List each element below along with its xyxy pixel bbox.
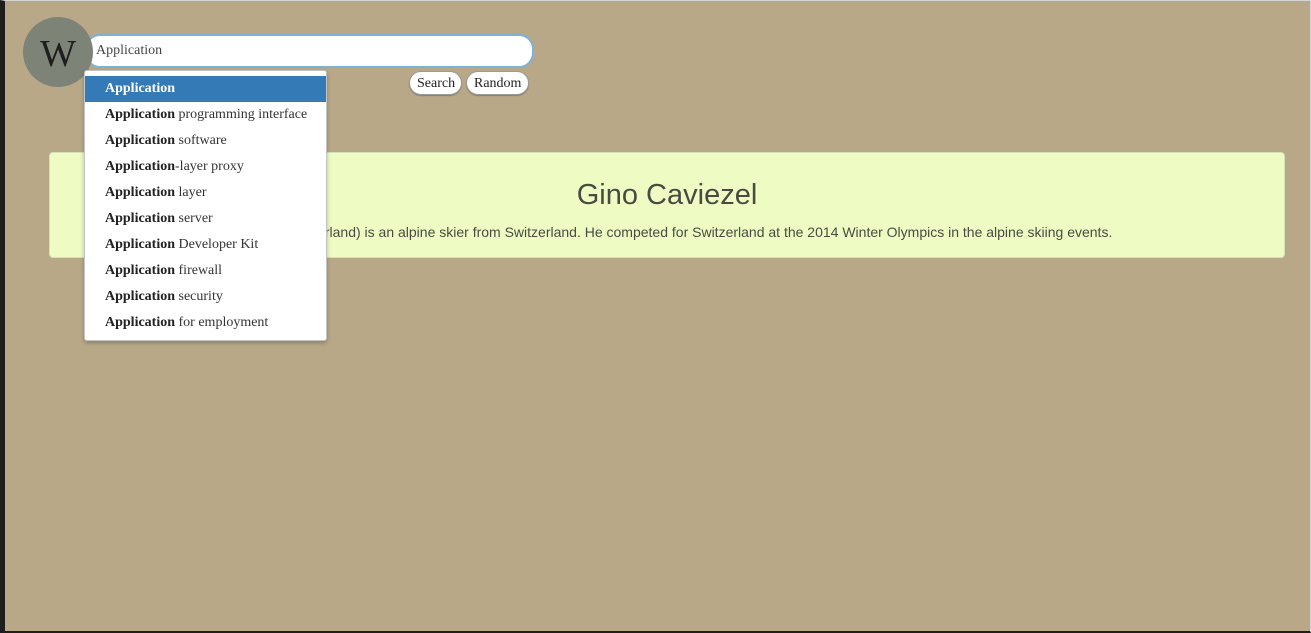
autocomplete-menu: Application Application programming inte…: [84, 70, 327, 341]
autocomplete-item-rest: for employment: [175, 315, 269, 330]
autocomplete-item-match: Application: [105, 211, 176, 226]
wikipedia-logo[interactable]: W: [23, 17, 93, 87]
autocomplete-item-rest: layer: [175, 185, 207, 200]
autocomplete-item-match: Application: [105, 107, 176, 122]
autocomplete-item[interactable]: Application-layer proxy: [85, 154, 326, 180]
autocomplete-item-match: Application: [105, 185, 176, 200]
autocomplete-item-rest: software: [175, 133, 227, 148]
autocomplete-item-match: Application: [105, 289, 176, 304]
page: W Search Random Gino Caviezel in Tomils,…: [0, 0, 1311, 633]
autocomplete-item-match: Application: [105, 237, 176, 252]
search-button[interactable]: Search: [409, 71, 462, 95]
autocomplete-item-match: Application: [105, 263, 176, 278]
autocomplete-item[interactable]: Application for employment: [85, 310, 326, 336]
search-input[interactable]: [85, 34, 534, 68]
autocomplete-item[interactable]: Application Developer Kit: [85, 232, 326, 258]
autocomplete-item-rest: security: [175, 289, 223, 304]
autocomplete-item-rest: programming interface: [175, 107, 308, 122]
autocomplete-item[interactable]: Application layer: [85, 180, 326, 206]
random-button[interactable]: Random: [466, 71, 529, 95]
autocomplete-item-rest: firewall: [175, 263, 223, 278]
autocomplete-item[interactable]: Application software: [85, 128, 326, 154]
autocomplete-item[interactable]: Application security: [85, 284, 326, 310]
autocomplete-item-match: Application: [105, 159, 176, 174]
autocomplete-item-rest: Developer Kit: [175, 237, 259, 252]
autocomplete-item-rest: -layer proxy: [175, 159, 244, 174]
autocomplete-item[interactable]: Application server: [85, 206, 326, 232]
autocomplete-item-match: Application: [105, 133, 176, 148]
autocomplete-item-match: Application: [105, 81, 176, 96]
autocomplete-item-rest: server: [175, 211, 213, 226]
autocomplete-item[interactable]: Application: [85, 76, 326, 102]
autocomplete-item[interactable]: Application firewall: [85, 258, 326, 284]
autocomplete-item[interactable]: Application programming interface: [85, 102, 326, 128]
autocomplete-item-match: Application: [105, 315, 176, 330]
